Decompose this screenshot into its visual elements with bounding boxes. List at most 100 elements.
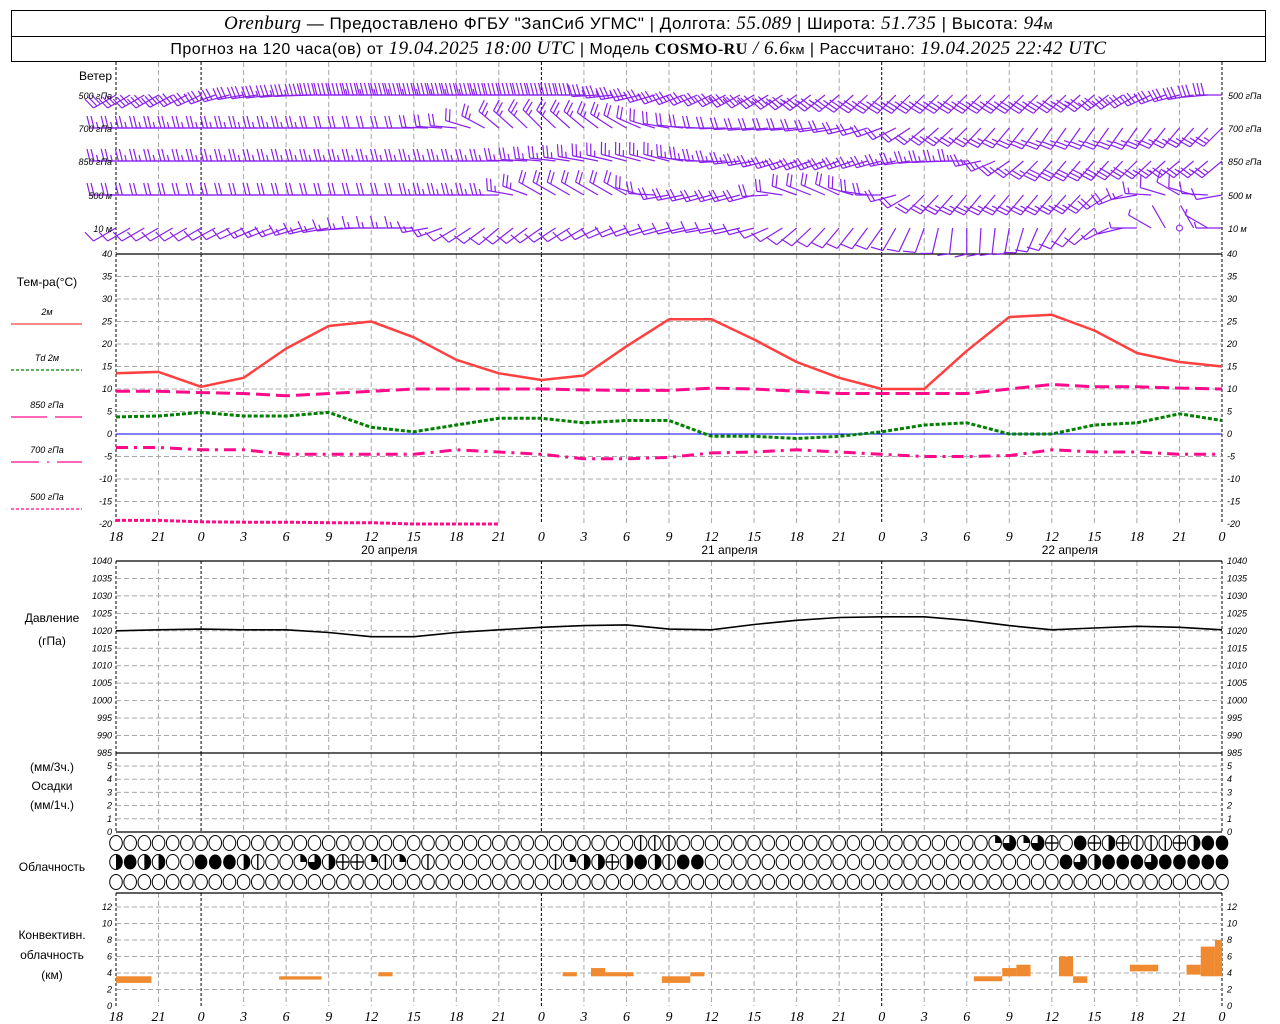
cloud-circle [832,835,846,851]
barb-feather [228,182,233,196]
cloud-circle [492,835,506,851]
cloud-symbol [1016,854,1031,870]
cloud-symbol [761,874,776,890]
barb-half-feather [387,88,391,96]
barb-feather [313,115,318,129]
cloud-symbol [803,874,818,890]
cloud-symbol [775,874,790,890]
wind-barb [967,227,982,257]
barb-half-feather [294,154,298,162]
cloud-fill [1108,835,1115,851]
barb-feather [335,82,340,96]
cloud-circle [789,854,804,870]
x-tick-label: 12 [705,1010,719,1024]
cloud-symbol [165,874,180,890]
x-tick-label: 12 [1045,1010,1059,1024]
cloud-symbol [889,854,903,870]
barb-feather [1162,87,1169,100]
barb-feather [246,148,251,162]
barb-feather [434,82,439,96]
barb-half-feather [1049,139,1056,144]
barb-half-feather [450,154,454,162]
barb-staff [914,227,925,253]
cloud-symbol [449,835,464,851]
convective-bar [605,972,634,977]
barb-feather [562,82,567,96]
cloud-symbol [378,874,393,890]
y-tick-label-right: 0 [1227,827,1232,837]
barb-half-feather [478,188,482,196]
cloud-circle [421,835,435,851]
cloud-circle [676,874,690,890]
cloud-fill [328,854,335,870]
cloud-symbol [988,874,1002,890]
barb-feather [1110,144,1123,150]
cloud-circle [860,835,875,851]
barb-feather [211,229,221,240]
barb-feather [417,114,421,127]
barb-feather [274,115,279,129]
barb-half-feather [393,154,397,162]
barb-feather [1168,175,1170,188]
barb-feather [558,82,563,96]
cloud-fill [598,854,605,870]
barb-feather [505,175,509,188]
barb-feather [1010,143,1023,150]
barb-feather [699,116,705,129]
barb-staff [1151,205,1166,229]
barb-feather [303,182,308,196]
y-tick-label-left: 1035 [92,573,113,583]
x-tick-label: 9 [1006,530,1013,545]
wind-barb [522,98,542,129]
cloud-symbol [846,854,861,870]
barb-feather [464,105,469,118]
barb-feather [775,175,778,188]
cloud-symbol [577,854,591,870]
cloud-circle [818,874,832,890]
wind-barb [1178,127,1209,148]
barb-half-feather [468,113,471,120]
date-label: 22 апреля [1042,543,1098,557]
cloud-circle [917,835,932,851]
barb-feather [274,84,279,97]
wind-barb [575,169,599,196]
cloud-circle [846,835,861,851]
barb-feather [512,146,517,159]
barb-feather [1096,144,1109,150]
barb-feather [633,109,635,122]
cloud-circle [1201,874,1215,890]
cloud-symbol [988,854,1002,870]
cloud-circle [506,854,520,870]
wind-barb [532,169,556,196]
barb-feather [786,173,789,186]
barb-feather [668,146,673,159]
barb-feather [519,82,524,96]
cloud-circle [1030,874,1045,890]
barb-half-feather [209,121,213,129]
barb-feather [444,108,447,121]
cloud-circle [406,835,421,851]
cloud-symbol [959,854,974,870]
cloud-circle [378,874,393,890]
barb-half-feather [536,152,539,159]
barb-staff [533,227,556,243]
x-tick-label: 21 [1172,1010,1186,1024]
cloud-symbol [832,874,846,890]
barb-staff [1196,194,1223,201]
cloud-symbol [775,854,790,870]
barb-staff [948,227,954,254]
cloud-circle [761,854,776,870]
cloud-circle [747,854,761,870]
barb-feather [228,148,233,162]
y-tick-label-right: 0 [1227,429,1232,439]
barb-feather [685,115,691,129]
cloud-circle [945,835,960,851]
barb-feather [804,173,808,187]
barb-feather [288,148,294,162]
barb-feather [1053,144,1066,150]
barb-half-feather [991,205,999,210]
barb-feather [770,118,776,131]
barb-feather [189,148,194,162]
barb-half-feather [266,121,269,129]
y-tick-label-left: 25 [101,317,113,327]
